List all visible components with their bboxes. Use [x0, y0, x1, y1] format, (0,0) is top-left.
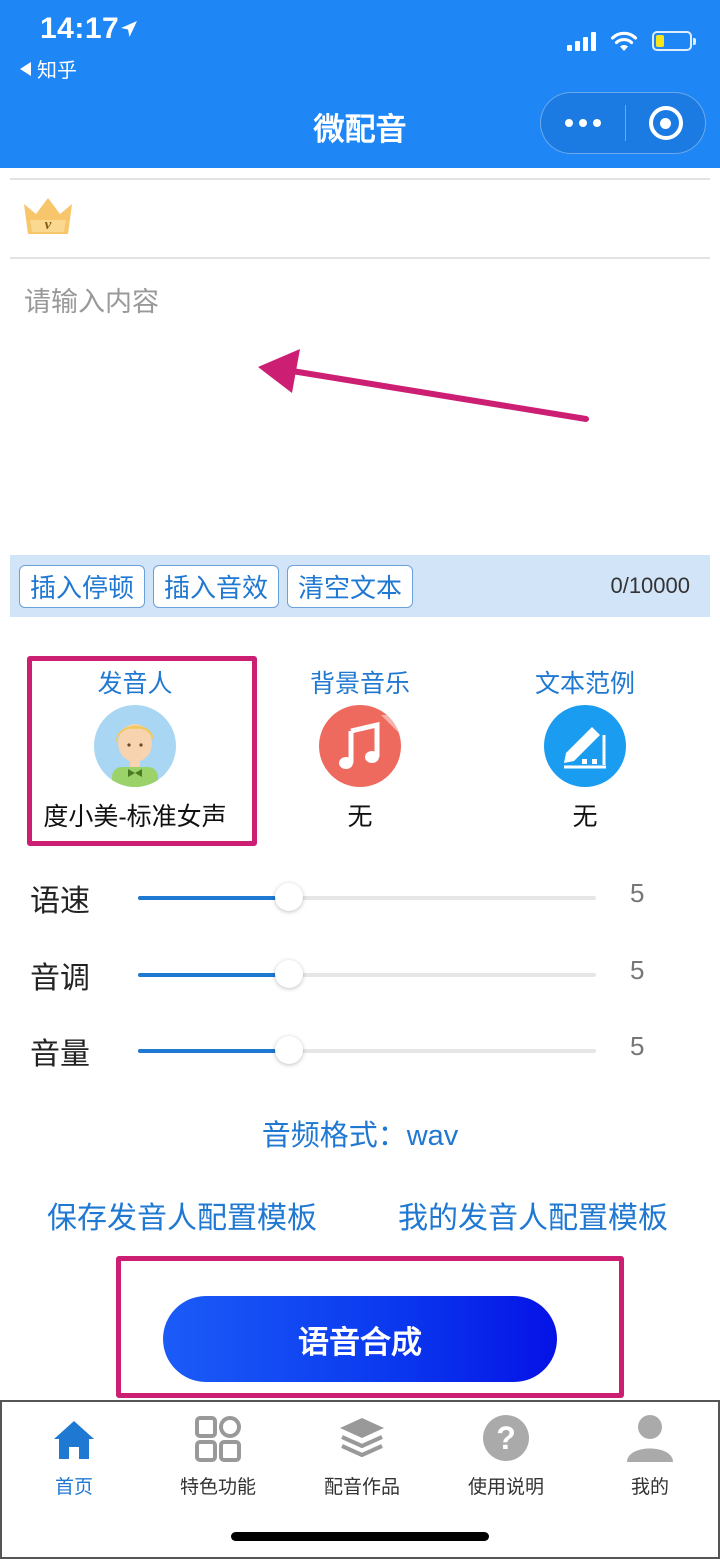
highlight-box [116, 1256, 624, 1398]
svg-text:v: v [45, 217, 52, 233]
close-miniprogram-button[interactable] [626, 93, 705, 153]
more-menu-button[interactable] [541, 93, 625, 153]
tab-works[interactable]: 配音作品 [290, 1412, 434, 1499]
tab-label: 配音作品 [323, 1477, 400, 1498]
tab-label: 首页 [54, 1477, 93, 1498]
back-triangle-icon [20, 61, 31, 76]
pitch-label: 音调 [30, 962, 90, 995]
tab-mine[interactable]: 我的 [578, 1412, 720, 1499]
pitch-value: 5 [630, 955, 645, 985]
tab-label: 特色功能 [179, 1477, 256, 1498]
bgm-label: 背景音乐 [309, 670, 410, 698]
help-icon: ? [483, 1415, 529, 1461]
layers-icon [340, 1418, 384, 1457]
volume-slider[interactable] [138, 1036, 596, 1064]
char-counter: 0/10000 [610, 573, 690, 598]
speed-slider-row: 语速 5 [0, 868, 720, 928]
insert-sound-effect-button[interactable]: 插入音效 [153, 564, 280, 608]
home-indicator [231, 1532, 489, 1541]
volume-slider-row: 音量 5 [0, 1021, 720, 1081]
target-circle-icon [648, 106, 683, 140]
speed-value: 5 [630, 878, 645, 908]
grid-icon [195, 1416, 241, 1462]
miniprogram-capsule [540, 92, 706, 154]
volume-value: 5 [630, 1031, 645, 1061]
sample-label: 文本范例 [534, 670, 635, 698]
wifi-icon [610, 31, 638, 51]
music-note-icon [319, 705, 401, 787]
back-to-app-link[interactable]: 知乎 [20, 54, 77, 83]
pencil-edit-icon [544, 705, 626, 787]
pitch-slider-row: 音调 5 [0, 945, 720, 1005]
audio-format-selector[interactable]: 音频格式：wav [0, 1112, 720, 1154]
battery-icon [652, 31, 696, 51]
highlight-box [27, 656, 257, 846]
speed-label: 语速 [30, 885, 90, 918]
background-music-option[interactable]: 背景音乐 无 [247, 665, 473, 833]
text-sample-option[interactable]: 文本范例 无 [472, 665, 698, 833]
clear-text-button[interactable]: 清空文本 [287, 564, 414, 608]
status-icons [567, 30, 696, 52]
tab-features[interactable]: 特色功能 [146, 1412, 290, 1499]
divider [10, 178, 710, 180]
user-icon [627, 1415, 673, 1462]
annotation-arrow-icon [258, 349, 589, 422]
pitch-slider[interactable] [138, 960, 596, 988]
my-templates-link[interactable]: 我的发音人配置模板 [398, 1193, 668, 1237]
slider-thumb[interactable] [275, 1036, 304, 1064]
save-template-link[interactable]: 保存发音人配置模板 [47, 1193, 317, 1237]
tab-home[interactable]: 首页 [2, 1412, 146, 1499]
vip-crown-icon[interactable]: v [20, 194, 76, 238]
home-icon [54, 1421, 94, 1459]
volume-label: 音量 [30, 1038, 90, 1071]
tab-label: 我的 [630, 1477, 669, 1498]
speed-slider[interactable] [138, 883, 596, 911]
bgm-value: 无 [347, 803, 373, 831]
divider [10, 257, 710, 259]
sample-value: 无 [572, 803, 598, 831]
tab-help[interactable]: ? 使用说明 [434, 1412, 578, 1499]
slider-thumb[interactable] [275, 883, 304, 911]
app-header: 14:17 知乎 微配音 [0, 0, 720, 168]
editor-toolbar: 插入停顿 插入音效 清空文本 0/10000 [10, 555, 710, 617]
insert-pause-button[interactable]: 插入停顿 [19, 564, 146, 608]
tab-label: 使用说明 [467, 1477, 544, 1498]
svg-text:?: ? [496, 1420, 516, 1456]
cellular-signal-icon [567, 31, 596, 51]
back-app-label: 知乎 [37, 60, 77, 82]
status-time: 14:17 [40, 12, 120, 45]
location-arrow-icon [121, 21, 137, 37]
slider-thumb[interactable] [275, 960, 304, 988]
